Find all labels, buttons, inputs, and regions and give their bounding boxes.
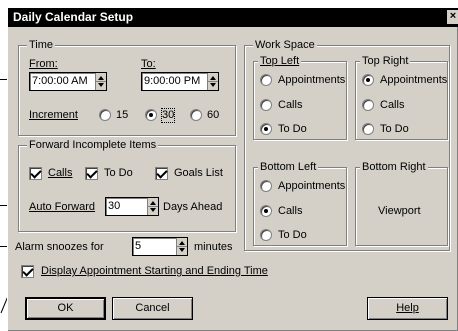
cancel-button[interactable]: Cancel: [112, 297, 193, 320]
alarm-label: Alarm snoozes for: [15, 241, 104, 253]
bottom-left-appointments-radio[interactable]: [260, 180, 272, 192]
top-left-calls-radio[interactable]: [260, 99, 272, 111]
workspace-group: Work Space Top Left Appointments Calls T…: [244, 39, 450, 251]
from-time-spinner[interactable]: 7:00:00 AM: [29, 72, 107, 91]
top-right-calls-label: Calls: [380, 99, 405, 111]
dialog-title: Daily Calendar Setup: [13, 10, 134, 24]
help-button[interactable]: Help: [367, 297, 448, 320]
top-right-appointments-label: Appointments: [380, 74, 448, 86]
auto-forward-arrows[interactable]: [147, 198, 158, 215]
top-right-title: Top Right: [360, 55, 411, 67]
spin-up-icon[interactable]: [150, 201, 156, 205]
alarm-snooze-spinner[interactable]: 5: [132, 237, 188, 256]
display-times-label: Display Appointment Starting and Ending …: [41, 265, 268, 277]
forward-goals-checkbox[interactable]: [155, 167, 168, 180]
forward-goals-label: Goals List: [174, 167, 223, 179]
top-left-appointments-radio[interactable]: [260, 74, 272, 86]
forward-todo-checkbox[interactable]: [85, 167, 98, 180]
forward-items-title: Forward Incomplete Items: [27, 139, 159, 151]
forward-todo-label: To Do: [104, 167, 133, 179]
increment-30-label: 30: [160, 108, 176, 123]
spin-up-icon[interactable]: [210, 76, 216, 80]
bottom-left-title: Bottom Left: [258, 161, 319, 173]
bottom-left-appointments-label: Appointments: [278, 180, 346, 192]
ok-button-label: OK: [57, 302, 74, 314]
top-right-calls-radio[interactable]: [362, 99, 374, 111]
to-label: To:: [141, 58, 156, 70]
workspace-title: Work Space: [253, 39, 317, 51]
alarm-unit-label: minutes: [194, 241, 233, 253]
spin-divider: [148, 206, 158, 207]
alarm-snooze-arrows[interactable]: [176, 238, 187, 255]
top-right-appointments-radio[interactable]: [362, 74, 374, 86]
increment-15-label: 15: [116, 109, 129, 121]
close-button[interactable]: ×: [447, 10, 458, 24]
close-icon: ×: [449, 10, 457, 22]
from-label: From:: [29, 58, 58, 70]
daily-calendar-setup-dialog: Daily Calendar Setup × Time From: 7:00:0…: [7, 7, 458, 331]
ok-button[interactable]: OK: [25, 297, 106, 320]
display-times-checkbox[interactable]: [21, 265, 34, 278]
spin-down-icon[interactable]: [150, 208, 156, 212]
spin-down-icon[interactable]: [98, 83, 104, 87]
top-left-calls-label: Calls: [278, 99, 303, 111]
title-bar: Daily Calendar Setup ×: [8, 8, 458, 27]
top-left-todo-radio[interactable]: [260, 123, 272, 135]
forward-items-group: Forward Incomplete Items Calls To Do Goa…: [18, 139, 236, 232]
top-left-todo-label: To Do: [278, 123, 307, 135]
increment-label: Increment: [29, 109, 78, 121]
top-right-todo-label: To Do: [380, 123, 409, 135]
increment-15-radio[interactable]: [99, 109, 111, 121]
time-group: Time From: 7:00:00 AM To: 9:00:00 PM Inc…: [18, 39, 236, 136]
increment-60-label: 60: [207, 109, 220, 121]
auto-forward-spinner[interactable]: 30: [105, 197, 159, 216]
increment-60-radio[interactable]: [190, 109, 202, 121]
forward-calls-label: Calls: [48, 167, 73, 179]
auto-forward-label: Auto Forward: [29, 201, 96, 213]
forward-calls-checkbox[interactable]: [29, 167, 42, 180]
auto-forward-value: 30: [108, 200, 121, 212]
spin-up-icon[interactable]: [179, 241, 185, 245]
bottom-left-group: Bottom Left Appointments Calls To Do: [253, 161, 347, 246]
bottom-left-todo-label: To Do: [278, 229, 307, 241]
top-right-group: Top Right Appointments Calls To Do: [355, 55, 448, 140]
cancel-button-label: Cancel: [135, 302, 170, 314]
spin-divider: [96, 81, 106, 82]
top-left-title: Top Left: [258, 55, 302, 67]
to-time-arrows[interactable]: [207, 73, 218, 90]
bottom-left-calls-radio[interactable]: [260, 205, 272, 217]
alarm-snooze-value: 5: [135, 240, 142, 252]
time-group-title: Time: [27, 39, 56, 51]
spin-down-icon[interactable]: [179, 248, 185, 252]
spin-divider: [208, 81, 218, 82]
viewport-label: Viewport: [378, 205, 421, 217]
top-left-appointments-label: Appointments: [278, 74, 346, 86]
bottom-right-title: Bottom Right: [360, 161, 428, 173]
bottom-left-todo-radio[interactable]: [260, 229, 272, 241]
spin-divider: [177, 246, 187, 247]
from-time-value: 7:00:00 AM: [32, 75, 88, 87]
to-time-value: 9:00:00 PM: [144, 75, 201, 87]
increment-30-radio[interactable]: [145, 109, 157, 121]
to-time-spinner[interactable]: 9:00:00 PM: [141, 72, 219, 91]
bottom-right-group: Bottom Right Viewport: [355, 161, 448, 246]
days-ahead-label: Days Ahead: [163, 201, 223, 213]
spin-up-icon[interactable]: [98, 76, 104, 80]
bottom-left-calls-label: Calls: [278, 205, 303, 217]
help-button-label: Help: [396, 302, 419, 314]
spin-down-icon[interactable]: [210, 83, 216, 87]
top-right-todo-radio[interactable]: [362, 123, 374, 135]
from-time-arrows[interactable]: [95, 73, 106, 90]
top-left-group: Top Left Appointments Calls To Do: [253, 55, 347, 140]
